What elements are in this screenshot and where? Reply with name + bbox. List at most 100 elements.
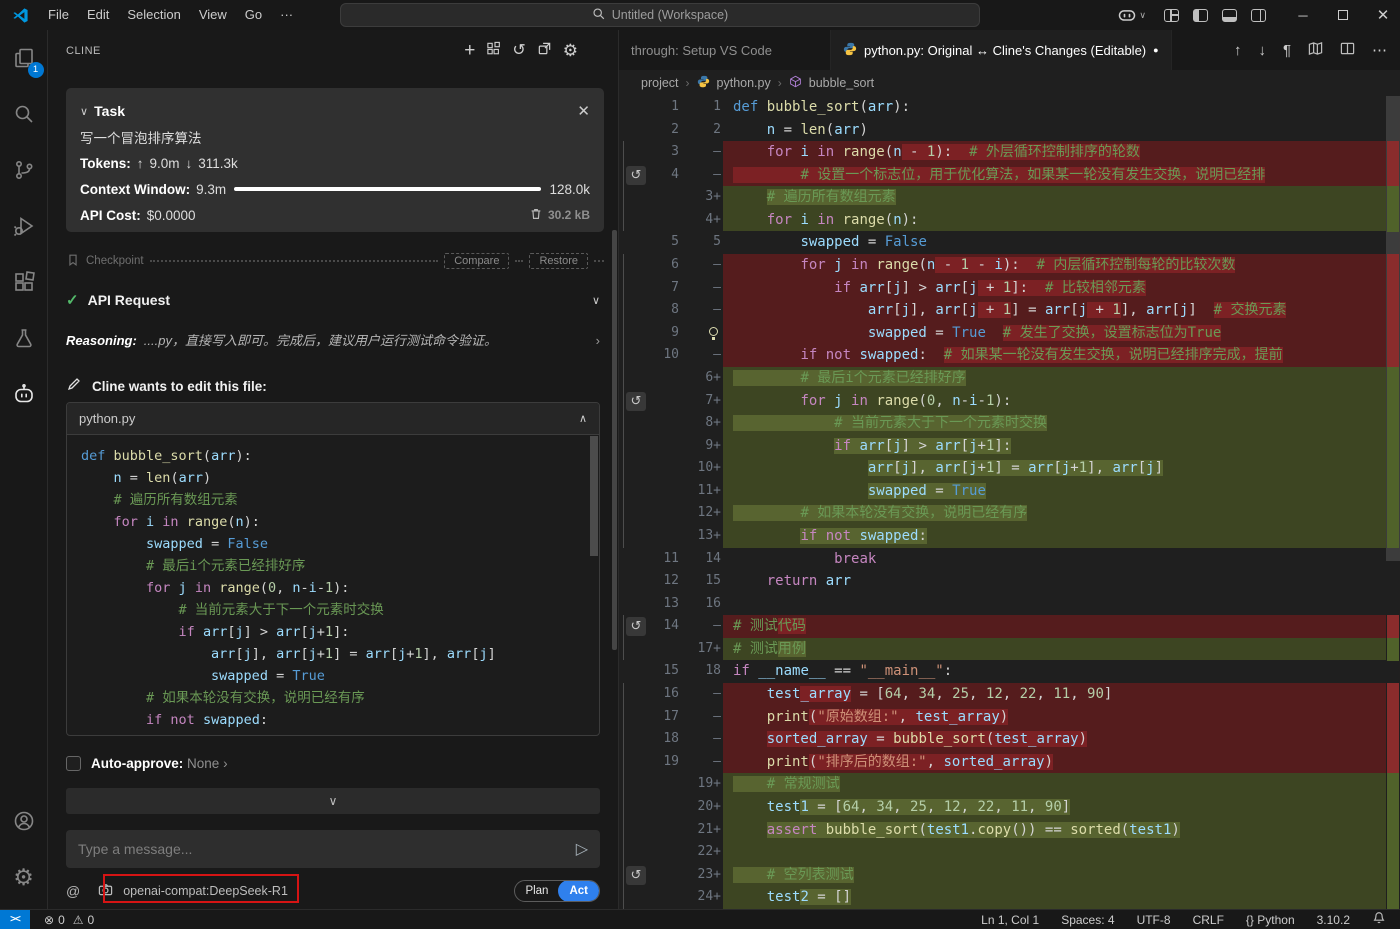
task-collapse-icon[interactable]: ∨ bbox=[80, 105, 94, 118]
send-icon[interactable]: ▷ bbox=[576, 839, 588, 859]
next-change-icon[interactable]: ↓ bbox=[1258, 42, 1266, 59]
diff-row: 19+ # 常规测试 bbox=[619, 773, 1400, 796]
python-version[interactable]: 3.10.2 bbox=[1317, 913, 1350, 927]
revert-block-icon[interactable]: ↺ bbox=[626, 866, 646, 885]
status-bar: >< ⊗ 0 ⚠ 0 Ln 1, Col 1 Spaces: 4 UTF-8 C… bbox=[0, 909, 1400, 929]
code-preview-line: if arr[j] > arr[j+1]: bbox=[81, 621, 599, 643]
diff-row: 8– arr[j], arr[j + 1] = arr[j + 1], arr[… bbox=[619, 299, 1400, 322]
breadcrumb-symbol[interactable]: bubble_sort bbox=[809, 76, 874, 90]
trash-icon[interactable] bbox=[529, 207, 543, 224]
menu-selection[interactable]: Selection bbox=[118, 0, 189, 30]
overview-diff-mark bbox=[1387, 390, 1399, 413]
history-icon[interactable]: ↺ bbox=[512, 43, 525, 59]
lightbulb-icon[interactable] bbox=[709, 327, 718, 336]
close-button[interactable]: ✕ bbox=[1366, 6, 1400, 24]
overview-diff-mark bbox=[1387, 412, 1399, 435]
auto-approve-label: Auto-approve: bbox=[91, 756, 183, 771]
previous-change-icon[interactable]: ↑ bbox=[1234, 42, 1242, 59]
error-icon: ⊗ bbox=[44, 913, 54, 927]
indentation[interactable]: Spaces: 4 bbox=[1061, 913, 1114, 927]
diff-row: 3+ # 遍历所有数组元素 bbox=[619, 186, 1400, 209]
tab-python-diff[interactable]: python.py: Original ↔ Cline's Changes (E… bbox=[831, 30, 1172, 70]
encoding[interactable]: UTF-8 bbox=[1137, 913, 1171, 927]
api-request-row[interactable]: ✓ API Request ∨ bbox=[66, 288, 600, 312]
auto-approve-checkbox[interactable] bbox=[66, 756, 81, 771]
more-actions-icon[interactable]: ⋯ bbox=[1372, 41, 1387, 59]
dirty-indicator-icon[interactable]: ● bbox=[1153, 45, 1158, 55]
search-view-icon[interactable] bbox=[0, 90, 48, 138]
maximize-button[interactable] bbox=[1326, 8, 1360, 23]
warning-icon: ⚠ bbox=[73, 913, 84, 927]
account-icon[interactable] bbox=[0, 797, 48, 845]
revert-block-icon[interactable]: ↺ bbox=[626, 617, 646, 636]
cline-icon[interactable] bbox=[0, 370, 48, 418]
code-card-header[interactable]: python.py ∧ bbox=[67, 403, 599, 435]
testing-icon[interactable] bbox=[0, 314, 48, 362]
breadcrumb-folder[interactable]: project bbox=[641, 76, 679, 90]
plan-button[interactable]: Plan bbox=[515, 881, 558, 901]
diff-row: ↺4– # 设置一个标志位，用于优化算法，如果某一轮没有发生交换，说明已经排 bbox=[619, 164, 1400, 187]
act-button[interactable]: Act bbox=[558, 880, 599, 902]
diff-editor[interactable]: 11def bubble_sort(arr):22 n = len(arr)3–… bbox=[619, 96, 1400, 909]
whitespace-icon[interactable]: ¶ bbox=[1283, 42, 1291, 59]
auto-approve-row[interactable]: Auto-approve: None › bbox=[66, 752, 600, 774]
menu-file[interactable]: File bbox=[39, 0, 78, 30]
menu-view[interactable]: View bbox=[190, 0, 236, 30]
expand-collapse-bar[interactable]: ∨ bbox=[66, 788, 600, 814]
context-mention-icon[interactable]: @ bbox=[66, 883, 80, 899]
extensions-icon[interactable] bbox=[0, 258, 48, 306]
overview-diff-mark bbox=[1387, 186, 1399, 209]
toggle-primary-sidebar-icon[interactable] bbox=[1193, 9, 1208, 22]
message-input[interactable]: Type a message... ▷ bbox=[66, 830, 600, 868]
minimize-button[interactable]: ─ bbox=[1286, 8, 1320, 23]
diff-row: ↺7+ for j in range(0, n-i-1): bbox=[619, 390, 1400, 413]
code-preview-line: # 当前元素大于下一个元素时交换 bbox=[81, 599, 599, 621]
code-card-scrollbar[interactable] bbox=[590, 436, 598, 556]
menu-overflow[interactable]: ··· bbox=[271, 0, 302, 30]
revert-block-icon[interactable]: ↺ bbox=[626, 392, 646, 411]
reasoning-row[interactable]: Reasoning: ....py，直接写入即可。完成后，建议用户运行测试命令验… bbox=[66, 330, 600, 354]
code-card-collapse-icon[interactable]: ∧ bbox=[579, 412, 587, 425]
customize-layout-icon[interactable] bbox=[1164, 9, 1179, 22]
problems-indicator[interactable]: ⊗ 0 ⚠ 0 bbox=[44, 913, 94, 927]
notifications-bell-icon[interactable] bbox=[1372, 911, 1386, 928]
settings-gear-icon[interactable]: ⚙ bbox=[0, 853, 48, 901]
toggle-panel-icon[interactable] bbox=[1222, 9, 1237, 22]
task-close-icon[interactable]: ✕ bbox=[577, 102, 590, 120]
map-icon[interactable] bbox=[1308, 41, 1323, 60]
breadcrumb-file[interactable]: python.py bbox=[717, 76, 771, 90]
copilot-icon[interactable]: ∨ bbox=[1117, 5, 1146, 25]
panel-title: CLINE bbox=[66, 45, 101, 57]
breadcrumb[interactable]: project › python.py › bubble_sort bbox=[619, 70, 1400, 96]
remote-indicator[interactable]: >< bbox=[0, 910, 30, 929]
diff-row: ↺14–# 测试代码 bbox=[619, 615, 1400, 638]
open-in-editor-icon[interactable] bbox=[537, 41, 552, 61]
explorer-icon[interactable]: 1 bbox=[0, 34, 48, 82]
compare-button[interactable]: Compare bbox=[444, 253, 509, 269]
eol-sequence[interactable]: CRLF bbox=[1193, 913, 1224, 927]
split-editor-icon[interactable] bbox=[1340, 41, 1355, 60]
overview-diff-mark bbox=[1387, 525, 1399, 548]
cline-settings-gear-icon[interactable]: ⚙ bbox=[563, 43, 578, 59]
sidebar-scrollbar[interactable] bbox=[612, 230, 617, 650]
new-task-icon[interactable]: + bbox=[464, 43, 475, 59]
reasoning-label: Reasoning: bbox=[66, 333, 137, 348]
revert-block-icon[interactable]: ↺ bbox=[626, 166, 646, 185]
language-mode[interactable]: {} Python bbox=[1246, 913, 1295, 927]
tab-walkthrough[interactable]: through: Setup VS Code bbox=[619, 30, 831, 70]
run-debug-icon[interactable] bbox=[0, 202, 48, 250]
menu-go[interactable]: Go bbox=[236, 0, 271, 30]
overview-ruler[interactable] bbox=[1386, 96, 1400, 909]
overview-diff-mark bbox=[1387, 706, 1399, 729]
cursor-position[interactable]: Ln 1, Col 1 bbox=[981, 913, 1039, 927]
toggle-secondary-sidebar-icon[interactable] bbox=[1251, 9, 1266, 22]
restore-button[interactable]: Restore bbox=[529, 253, 588, 269]
menu-edit[interactable]: Edit bbox=[78, 0, 118, 30]
reasoning-expand-icon[interactable]: › bbox=[596, 333, 600, 348]
mcp-servers-icon[interactable] bbox=[486, 41, 501, 61]
overview-diff-mark bbox=[1387, 141, 1399, 164]
source-control-icon[interactable] bbox=[0, 146, 48, 194]
api-request-collapse-icon[interactable]: ∨ bbox=[592, 294, 600, 307]
command-center-search[interactable]: Untitled (Workspace) bbox=[340, 3, 980, 27]
auto-approve-expand-icon[interactable]: › bbox=[223, 756, 228, 771]
